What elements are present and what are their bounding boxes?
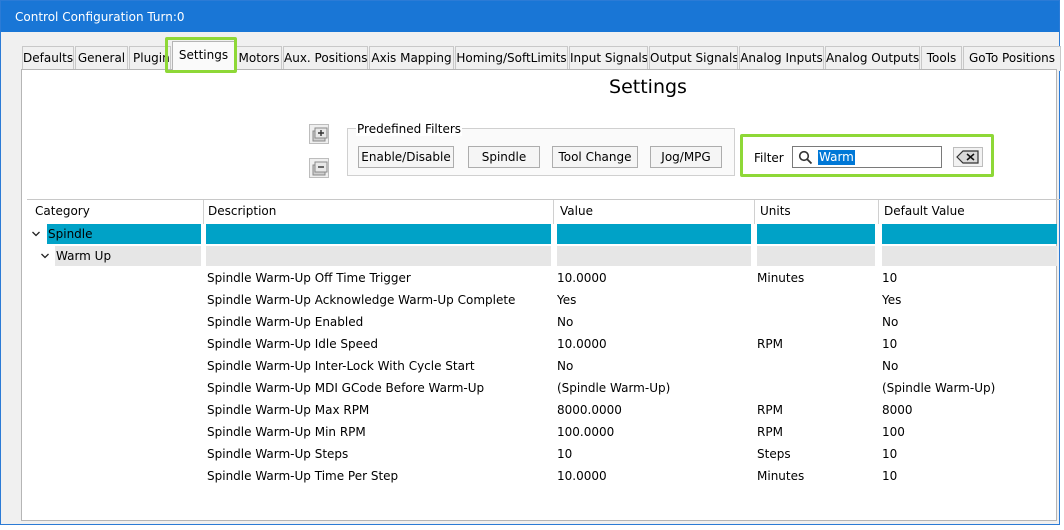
column-separator[interactable] bbox=[754, 200, 755, 224]
column-header-description[interactable]: Description bbox=[208, 204, 276, 218]
setting-units: Minutes bbox=[757, 469, 805, 483]
filter-label: Filter bbox=[754, 151, 784, 165]
setting-units: RPM bbox=[757, 425, 783, 439]
tab-analog-inputs[interactable]: Analog Inputs bbox=[739, 46, 824, 71]
column-header-default-value[interactable]: Default Value bbox=[884, 204, 965, 218]
column-header-category[interactable]: Category bbox=[35, 204, 90, 218]
setting-default-value: 10 bbox=[882, 337, 898, 351]
tab-output-signals[interactable]: Output Signals bbox=[649, 46, 738, 71]
setting-value[interactable]: 10.0000 bbox=[557, 337, 607, 351]
setting-description: Spindle Warm-Up Inter-Lock With Cycle St… bbox=[207, 359, 475, 373]
setting-description: Spindle Warm-Up Max RPM bbox=[207, 403, 370, 417]
setting-units: Minutes bbox=[757, 271, 805, 285]
tab-homing-softlimits[interactable]: Homing/SoftLimits bbox=[455, 46, 568, 71]
setting-description: Spindle Warm-Up Time Per Step bbox=[207, 469, 399, 483]
setting-value[interactable]: No bbox=[557, 359, 573, 373]
column-separator[interactable] bbox=[553, 200, 554, 224]
tab-plugins[interactable]: Plugins bbox=[129, 46, 171, 71]
filter-enable-disable-button[interactable]: Enable/Disable bbox=[358, 146, 454, 168]
chevron-down-icon[interactable] bbox=[31, 229, 41, 239]
setting-value[interactable]: 8000.0000 bbox=[557, 403, 622, 417]
page-title: Settings bbox=[609, 76, 687, 98]
setting-default-value: (Spindle Warm-Up) bbox=[882, 381, 996, 395]
predefined-filters-group: Predefined Filters Enable/Disable Spindl… bbox=[347, 122, 735, 176]
collapse-all-button[interactable] bbox=[309, 158, 329, 178]
setting-description: Spindle Warm-Up Enabled bbox=[207, 315, 364, 329]
setting-description: Spindle Warm-Up Steps bbox=[207, 447, 349, 461]
subcategory-band bbox=[206, 246, 551, 266]
predefined-filters-legend: Predefined Filters bbox=[356, 122, 463, 136]
clear-filter-button[interactable] bbox=[953, 147, 983, 167]
tab-aux-positions[interactable]: Aux. Positions bbox=[283, 46, 368, 71]
category-band bbox=[882, 224, 1057, 244]
category-band bbox=[557, 224, 751, 244]
setting-default-value: No bbox=[882, 359, 899, 373]
setting-description: Spindle Warm-Up Min RPM bbox=[207, 425, 366, 439]
setting-default-value: 100 bbox=[882, 425, 905, 439]
category-band bbox=[757, 224, 875, 244]
column-header-value[interactable]: Value bbox=[560, 204, 593, 218]
tab-motors[interactable]: Motors bbox=[236, 46, 282, 71]
tab-strip: Defaults General Plugins Settings Motors… bbox=[1, 41, 1061, 71]
filter-jog-mpg-button[interactable]: Jog/MPG bbox=[650, 146, 722, 168]
tab-defaults[interactable]: Defaults bbox=[22, 46, 74, 71]
window-title: Control Configuration Turn:0 bbox=[15, 10, 185, 24]
chevron-down-icon[interactable] bbox=[40, 251, 50, 261]
column-header-units[interactable]: Units bbox=[760, 204, 791, 218]
tab-general[interactable]: General bbox=[75, 46, 128, 71]
filter-search-input[interactable]: Warm bbox=[792, 146, 942, 168]
filter-tool-change-button[interactable]: Tool Change bbox=[552, 146, 638, 168]
setting-units: RPM bbox=[757, 403, 783, 417]
setting-value[interactable]: 100.0000 bbox=[557, 425, 614, 439]
tab-settings[interactable]: Settings bbox=[172, 41, 235, 71]
setting-default-value: 8000 bbox=[882, 403, 913, 417]
expand-all-icon bbox=[312, 127, 328, 142]
setting-default-value: 10 bbox=[882, 447, 898, 461]
clear-text-icon bbox=[956, 150, 979, 164]
tab-input-signals[interactable]: Input Signals bbox=[569, 46, 648, 71]
expand-all-button[interactable] bbox=[309, 124, 329, 144]
column-separator[interactable] bbox=[203, 200, 204, 224]
setting-default-value: Yes bbox=[882, 293, 902, 307]
filter-spindle-button[interactable]: Spindle bbox=[468, 146, 540, 168]
setting-default-value: 10 bbox=[882, 469, 898, 483]
setting-units: Steps bbox=[757, 447, 791, 461]
setting-value[interactable]: Yes bbox=[557, 293, 576, 307]
subcategory-band bbox=[757, 246, 875, 266]
settings-grid: Category Description Value Units Default… bbox=[27, 199, 1060, 521]
tab-analog-outputs[interactable]: Analog Outputs bbox=[825, 46, 920, 71]
setting-description: Spindle Warm-Up Acknowledge Warm-Up Comp… bbox=[207, 293, 516, 307]
search-icon bbox=[798, 150, 813, 165]
subcategory-band bbox=[882, 246, 1057, 266]
setting-value[interactable]: (Spindle Warm-Up) bbox=[557, 381, 670, 395]
tab-goto-positions[interactable]: GoTo Positions bbox=[963, 46, 1061, 71]
category-band bbox=[206, 224, 551, 244]
setting-description: Spindle Warm-Up Idle Speed bbox=[207, 337, 379, 351]
tab-axis-mapping[interactable]: Axis Mapping bbox=[369, 46, 454, 71]
setting-value[interactable]: No bbox=[557, 315, 573, 329]
setting-units: RPM bbox=[757, 337, 783, 351]
subcategory-band bbox=[557, 246, 751, 266]
setting-value[interactable]: 10 bbox=[557, 447, 572, 461]
collapse-all-icon bbox=[312, 161, 328, 176]
setting-default-value: 10 bbox=[882, 271, 898, 285]
tab-tools[interactable]: Tools bbox=[921, 46, 962, 71]
window-titlebar[interactable]: Control Configuration Turn:0 bbox=[1, 1, 1059, 32]
setting-value[interactable]: 10.0000 bbox=[557, 469, 607, 483]
setting-description: Spindle Warm-Up Off Time Trigger bbox=[207, 271, 411, 285]
filter-area: Filter Warm bbox=[743, 136, 993, 173]
subcategory-label: Warm Up bbox=[56, 249, 112, 263]
setting-description: Spindle Warm-Up MDI GCode Before Warm-Up bbox=[207, 381, 485, 395]
setting-default-value: No bbox=[882, 315, 899, 329]
filter-input-value: Warm bbox=[818, 150, 855, 165]
category-label: Spindle bbox=[48, 227, 93, 241]
column-separator[interactable] bbox=[878, 200, 879, 224]
setting-value[interactable]: 10.0000 bbox=[557, 271, 607, 285]
